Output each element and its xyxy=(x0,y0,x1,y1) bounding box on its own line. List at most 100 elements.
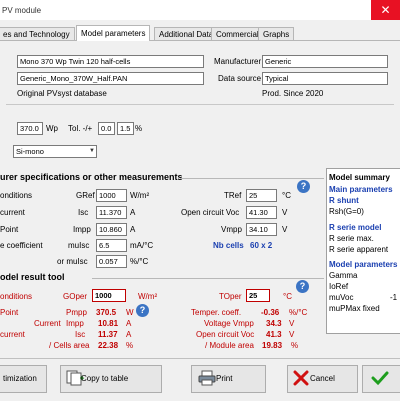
datasource-label: Data source xyxy=(218,74,262,83)
tol-plus-input[interactable]: 1.5 xyxy=(117,122,134,135)
or-muisc-input[interactable]: 0.057 xyxy=(96,255,127,268)
tab-graphs[interactable]: Graphs xyxy=(258,27,295,41)
result-isc-value: 11.37 xyxy=(98,330,118,339)
muisc-input[interactable]: 6.5 xyxy=(96,239,127,252)
result-heading-line xyxy=(92,278,324,279)
close-window-button[interactable]: ✕ xyxy=(371,0,400,20)
cancel-x-icon xyxy=(293,370,309,386)
pmpp-label: Pmpp xyxy=(66,308,87,317)
result-voc-unit: V xyxy=(289,330,295,339)
tref-label: TRef xyxy=(224,191,242,200)
goper-label: GOper xyxy=(63,292,88,301)
summary-main-params: Main parameters xyxy=(329,185,393,194)
summary-rserie-model: R serie model xyxy=(329,223,382,232)
impp-input[interactable]: 10.860 xyxy=(96,223,127,236)
manufacturer-label: Manufacturer xyxy=(214,57,262,66)
toper-input[interactable]: 25 xyxy=(246,289,270,302)
result-vmpp-value: 34.3 xyxy=(266,319,282,328)
print-button[interactable]: Print xyxy=(191,365,266,393)
specs-help-icon[interactable]: ? xyxy=(297,180,310,193)
voc-label: Open circuit Voc xyxy=(181,208,240,217)
muisc-unit: mA/°C xyxy=(130,241,154,250)
source-note: Original PVsyst database xyxy=(17,89,107,98)
coefficient-label: e coefficient xyxy=(0,241,43,250)
result-current2-label: current xyxy=(0,330,25,339)
result-isc-unit: A xyxy=(126,330,132,339)
technology-select[interactable]: Si-mono ▼ xyxy=(13,145,97,158)
muisc-label: muIsc xyxy=(68,241,90,250)
summary-gamma: Gamma xyxy=(329,271,358,280)
tab-basic-data[interactable]: es and Technology xyxy=(0,27,75,41)
pmpp-help-icon[interactable]: ? xyxy=(136,304,149,317)
module-area-label: / Module area xyxy=(205,341,254,350)
specs-heading: urer specifications or other measurement… xyxy=(0,172,183,182)
vmpp-label: Vmpp xyxy=(221,225,242,234)
gref-unit: W/m² xyxy=(130,191,150,200)
summary-ioref: IoRef xyxy=(329,282,349,291)
tab-additional-data[interactable]: Additional Data xyxy=(154,27,219,41)
technology-value: Si-mono xyxy=(16,147,44,156)
pnom-input[interactable]: 370.0 xyxy=(17,122,43,135)
summary-heading: Model summary xyxy=(329,173,390,182)
file-name-input[interactable]: Generic_Mono_370W_Half.PAN xyxy=(17,72,204,85)
tol-minus-input[interactable]: 0.0 xyxy=(98,122,115,135)
summary-rserie-apparent: R serie apparent xyxy=(329,245,389,254)
manufacturer-input[interactable]: Generic xyxy=(262,55,388,68)
pmpp-unit: W xyxy=(126,308,134,317)
goper-unit: W/m² xyxy=(138,292,158,301)
tcoeff-label: Temper. coeff. xyxy=(191,308,242,317)
title-bar xyxy=(0,0,400,21)
tref-input[interactable]: 25 xyxy=(246,189,277,202)
result-point-label: Point xyxy=(0,308,19,317)
toper-label: TOper xyxy=(219,292,242,301)
summary-model-params: Model parameters xyxy=(329,260,398,269)
result-vmpp-label: Voltage Vmpp xyxy=(204,319,254,328)
pmpp-value: 370.5 xyxy=(96,308,117,317)
isc-input[interactable]: 11.370 xyxy=(96,206,127,219)
specs-point-label: Point xyxy=(0,225,19,234)
voc-input[interactable]: 41.30 xyxy=(246,206,277,219)
gref-input[interactable]: 1000 xyxy=(96,189,127,202)
result-impp-value: 10.81 xyxy=(98,319,119,328)
summary-rshunt: R shunt xyxy=(329,196,359,205)
result-impp-label: Impp xyxy=(66,319,84,328)
datasource-input[interactable]: Typical xyxy=(262,72,388,85)
gref-label: GRef xyxy=(76,191,95,200)
goper-input[interactable]: 1000 xyxy=(92,289,126,302)
chevron-down-icon: ▼ xyxy=(89,148,95,154)
isc-label: Isc xyxy=(78,208,89,217)
checkmark-icon xyxy=(371,371,389,386)
copy-to-table-button[interactable]: Copy to table xyxy=(60,365,162,393)
summary-rsh0: Rsh(G=0) xyxy=(329,207,364,216)
result-voc-label: Open circuit Voc xyxy=(196,330,255,339)
voc-unit: V xyxy=(282,208,288,217)
summary-rserie-max: R serie max. xyxy=(329,234,374,243)
ok-button[interactable] xyxy=(362,365,400,393)
close-icon: ✕ xyxy=(380,3,391,17)
optimization-button[interactable]: timization xyxy=(0,365,47,393)
tab-commercial[interactable]: Commercial xyxy=(211,27,264,41)
specs-conditions-label: onditions xyxy=(0,191,33,200)
divider xyxy=(6,104,394,105)
result-conditions-label: onditions xyxy=(0,292,33,301)
tolerance-label: Tol. -/+ xyxy=(68,124,93,133)
result-vmpp-unit: V xyxy=(289,319,295,328)
model-name-input[interactable]: Mono 370 Wp Twin 120 half-cells xyxy=(17,55,204,68)
cancel-button[interactable]: Cancel xyxy=(287,365,358,393)
or-muisc-label: or muIsc xyxy=(57,257,88,266)
printer-icon xyxy=(198,370,216,386)
vmpp-input[interactable]: 34.10 xyxy=(246,223,277,236)
isc-unit: A xyxy=(130,208,136,217)
tab-model-parameters[interactable]: Model parameters xyxy=(76,25,151,41)
impp-unit: A xyxy=(130,225,136,234)
result-voc-value: 41.3 xyxy=(266,330,282,339)
specs-heading-line xyxy=(180,178,324,179)
module-area-value: 19.83 xyxy=(262,341,283,350)
prod-since: Prod. Since 2020 xyxy=(262,89,324,98)
nb-cells-value: 60 x 2 xyxy=(250,241,273,250)
window-title: PV module xyxy=(2,6,42,15)
or-muisc-unit: %/°C xyxy=(130,257,149,266)
cells-area-value: 22.38 xyxy=(98,341,119,350)
result-help-icon[interactable]: ? xyxy=(296,280,309,293)
tolerance-unit: % xyxy=(135,124,143,133)
